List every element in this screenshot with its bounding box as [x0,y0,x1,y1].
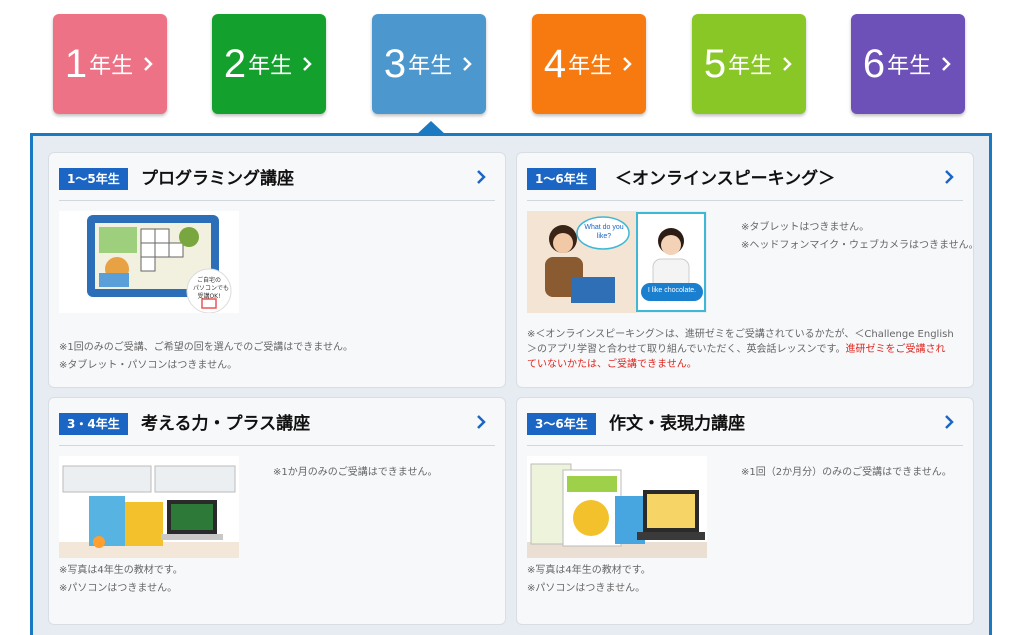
card-note: ※パソコンはつきません。 [527,583,646,594]
chevron-right-icon [623,57,632,71]
grade-tab-4[interactable]: 4 年生 [532,14,646,114]
card-note: ※パソコンはつきません。 [59,583,178,594]
chevron-right-icon[interactable] [475,167,487,187]
chevron-right-icon[interactable] [943,412,955,432]
course-card-online-speaking[interactable]: 1〜6年生 ＜オンラインスピーキング＞ What do you like? I … [516,152,979,388]
course-card-programming[interactable]: 1〜5年生 プログラミング講座 ご自宅の パソコンでも 受講OK! ※1回のみの… [48,152,506,388]
side-note: ※1回（2か月分）のみのご受講はできません。 [741,467,952,478]
grade-tab-unit: 年生 [568,54,613,79]
chevron-right-icon [144,57,153,71]
grade-tab-5[interactable]: 5 年生 [692,14,806,114]
grade-tab-number: 2 [223,42,247,86]
grade-badge: 3〜6年生 [527,413,596,435]
card-title[interactable]: ＜オンラインスピーキング＞ [615,164,835,189]
card-header: 1〜5年生 プログラミング講座 [59,153,495,201]
side-note: ※ヘッドフォンマイク・ウェブカメラはつきません。 [741,240,979,251]
grade-tab-2[interactable]: 2 年生 [212,14,326,114]
note-warning: ていないかたは、ご受講できません。 [527,359,697,370]
card-note: ※写真は4年生の教材です。 [59,565,183,576]
grade-tab-unit: 年生 [887,54,932,79]
grade-tab-number: 6 [862,42,886,86]
note-text: ＞のアプリ学習と合わせて取り組んでいただく、英会話レッスンです。 [527,344,846,355]
grade-tab-number: 4 [543,42,567,86]
chevron-right-icon[interactable] [943,167,955,187]
grade-tab-unit: 年生 [728,54,773,79]
speech-bubble-question: What do you like? [584,224,624,240]
grade-badge: 1〜6年生 [527,168,596,190]
grade-badge: 1〜5年生 [59,168,128,190]
note-warning: 進研ゼミをご受講され [845,344,946,355]
materials-illustration [59,465,239,558]
grade-badge: 3・4年生 [59,413,128,435]
card-note: ※＜オンラインスピーキング＞は、進研ゼミをご受講されているかたが、＜Challe… [527,329,954,340]
grade-tab-6[interactable]: 6 年生 [851,14,965,114]
chevron-right-icon [303,57,312,71]
course-card-thinking[interactable]: 3・4年生 考える力・プラス講座 ※1か月のみのご受講はできません。 ※写真は4… [48,397,506,625]
side-note: ※タブレットはつきません。 [741,222,870,233]
card-title[interactable]: 作文・表現力講座 [609,409,745,434]
thinking-materials-image [59,456,239,558]
course-panel: 1〜5年生 プログラミング講座 ご自宅の パソコンでも 受講OK! ※1回のみの… [30,133,992,635]
card-note: ※1回のみのご受講、ご希望の回を選んでのご受講はできません。 [59,342,353,353]
card-title[interactable]: 考える力・プラス講座 [141,409,310,434]
grade-tab-unit: 年生 [89,54,134,79]
chevron-right-icon [463,57,472,71]
chevron-right-icon[interactable] [475,412,487,432]
grade-tab-number: 1 [64,42,88,86]
grade-tab-3[interactable]: 3 年生 [372,14,486,114]
card-note: ＞のアプリ学習と合わせて取り組んでいただく、英会話レッスンです。進研ゼミをご受講… [527,342,954,357]
grade-tab-1[interactable]: 1 年生 [53,14,167,114]
grade-tab-number: 3 [383,42,407,86]
card-note: ※写真は4年生の教材です。 [527,565,651,576]
chevron-right-icon [783,57,792,71]
image-caption: ご自宅の パソコンでも 受講OK! [193,277,230,300]
card-header: 3〜6年生 作文・表現力講座 [527,398,963,446]
speech-bubble-answer: I like chocolate. [647,287,697,294]
writing-materials-image [527,456,707,558]
course-card-writing[interactable]: 3〜6年生 作文・表現力講座 ※1回（2か月分）のみのご受講はできません。 ※写… [516,397,974,625]
card-header: 1〜6年生 ＜オンラインスピーキング＞ [527,153,963,201]
grade-tabs: 1 年生 2 年生 3 年生 4 年生 5 年生 6 年生 [0,14,1024,114]
programming-tablet-image: ご自宅の パソコンでも 受講OK! [59,211,239,313]
writing-illustration [527,463,707,558]
grade-tab-unit: 年生 [408,54,453,79]
side-note: ※1か月のみのご受講はできません。 [273,467,438,478]
grade-tab-number: 5 [703,42,727,86]
card-header: 3・4年生 考える力・プラス講座 [59,398,495,446]
grade-tab-unit: 年生 [248,54,293,79]
card-note: ※タブレット・パソコンはつきません。 [59,360,238,371]
card-title[interactable]: プログラミング講座 [141,164,294,189]
speaking-photo: What do you like? I like chocolate. [527,211,707,313]
chevron-right-icon [942,57,951,71]
